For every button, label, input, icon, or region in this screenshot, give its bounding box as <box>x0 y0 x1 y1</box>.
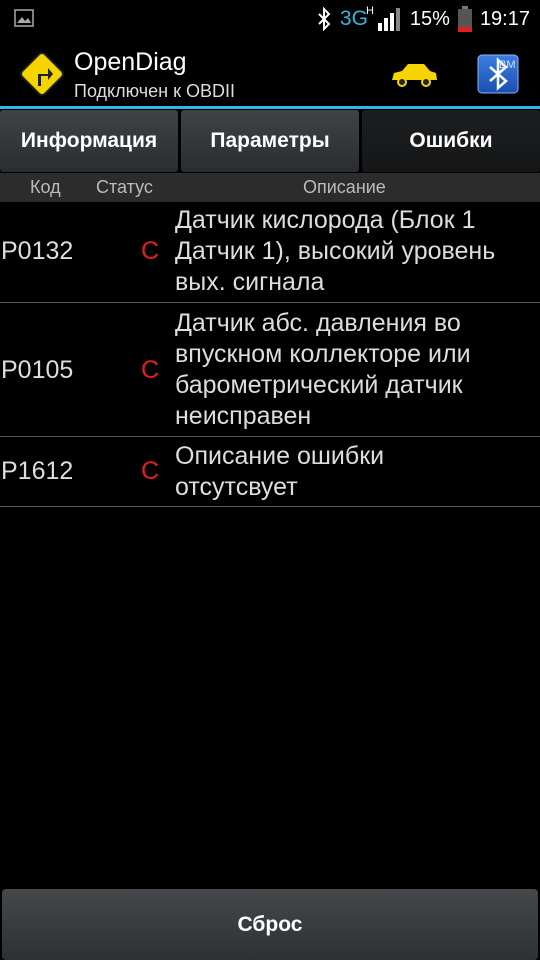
network-indicator: 3G H <box>339 5 374 30</box>
clock: 19:17 <box>479 7 530 30</box>
car-icon[interactable] <box>388 58 440 90</box>
tab-errors[interactable]: Ошибки <box>362 110 540 172</box>
image-icon <box>14 9 34 27</box>
table-row[interactable]: P1612 C Описание ошибки отсутсвует <box>0 437 540 507</box>
reset-button[interactable]: Сброс <box>2 889 538 960</box>
error-list: P0132 C Датчик кислорода (Блок 1 Датчик … <box>0 202 540 507</box>
error-status: C <box>141 356 160 384</box>
column-header-description: Описание <box>303 177 386 197</box>
table-header: Код Статус Описание <box>0 173 540 202</box>
tab-parameters[interactable]: Параметры <box>181 110 359 172</box>
error-code: P0105 <box>1 356 74 384</box>
bt-label: BM <box>499 59 516 71</box>
error-status: C <box>141 237 160 265</box>
column-header-code: Код <box>30 177 61 197</box>
status-bar: 3G H 15% 19:17 <box>0 0 540 38</box>
table-row[interactable]: P0105 C Датчик абс. давления во впускном… <box>0 303 540 437</box>
error-description: Датчик абс. давления во впускном коллект… <box>175 309 471 430</box>
error-code: P1612 <box>1 457 74 485</box>
error-code: P0132 <box>1 237 74 265</box>
signal-icon <box>377 8 400 31</box>
connection-status: Подключен к OBDII <box>74 81 235 101</box>
error-description: Описание ошибки отсутсвует <box>175 442 385 501</box>
table-row[interactable]: P0132 C Датчик кислорода (Блок 1 Датчик … <box>0 202 540 303</box>
battery-percent: 15% <box>409 7 450 30</box>
battery-icon <box>457 6 472 32</box>
bluetooth-connect-icon[interactable]: BM <box>477 54 519 94</box>
tab-bar: Информация Параметры Ошибки <box>0 110 540 172</box>
app-title: OpenDiag <box>74 48 187 76</box>
bluetooth-icon <box>318 7 331 31</box>
error-description: Датчик кислорода (Блок 1 Датчик 1), высо… <box>175 206 496 296</box>
tab-info[interactable]: Информация <box>0 110 178 172</box>
column-header-status: Статус <box>96 177 153 197</box>
error-status: C <box>141 457 160 485</box>
app-logo-icon[interactable] <box>18 50 66 98</box>
action-bar-divider <box>0 106 540 109</box>
